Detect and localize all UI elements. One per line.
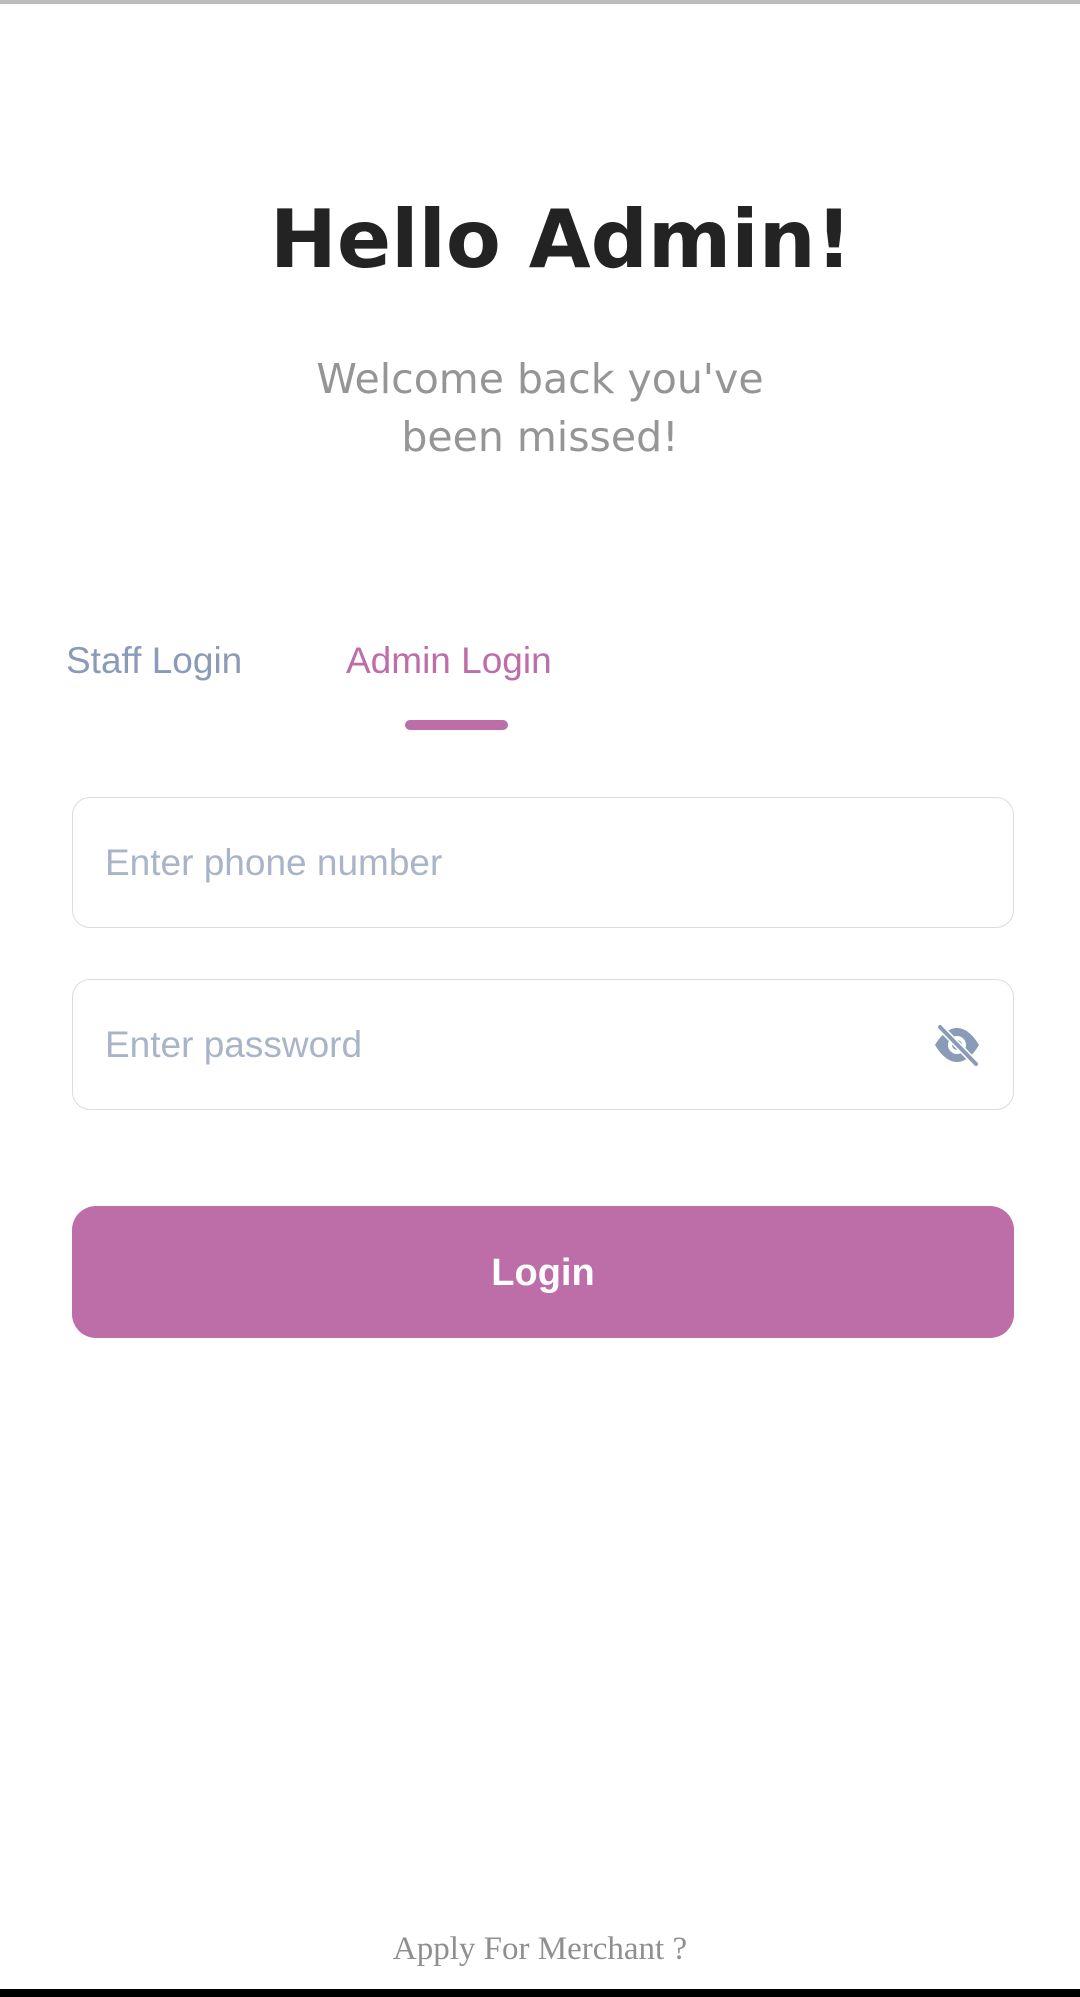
navigation-bar <box>0 1989 1080 1997</box>
status-divider <box>0 0 1080 4</box>
apply-merchant-link[interactable]: Apply For Merchant ? <box>0 1926 1080 1972</box>
password-input[interactable] <box>105 980 925 1109</box>
login-button[interactable]: Login <box>72 1206 1014 1338</box>
page-subtitle: Welcome back you've been missed! <box>240 350 840 466</box>
tab-staff-login[interactable]: Staff Login <box>66 636 242 686</box>
phone-field[interactable] <box>72 797 1014 928</box>
password-field[interactable] <box>72 979 1014 1110</box>
tab-admin-login[interactable]: Admin Login <box>346 636 552 686</box>
subtitle-line-1: Welcome back you've <box>316 355 764 403</box>
active-tab-indicator <box>405 720 508 730</box>
eye-off-icon[interactable] <box>932 1023 982 1068</box>
page-title: Hello Admin! <box>269 193 853 286</box>
subtitle-line-2: been missed! <box>401 413 679 461</box>
phone-input[interactable] <box>105 798 925 927</box>
